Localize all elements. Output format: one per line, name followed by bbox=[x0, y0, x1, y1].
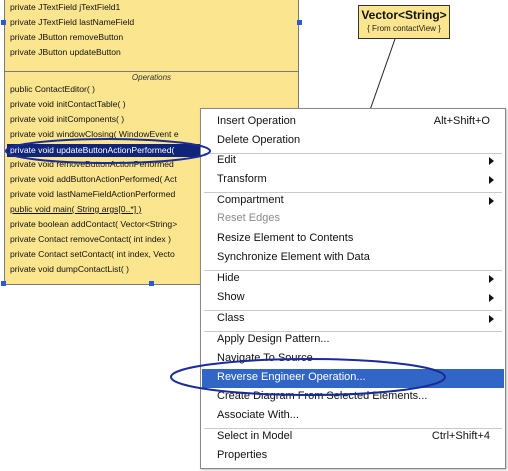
submenu-arrow-icon bbox=[489, 197, 494, 205]
submenu-arrow-icon bbox=[489, 294, 494, 302]
submenu-arrow-icon bbox=[489, 315, 494, 323]
menu-item-label: Navigate To Source bbox=[217, 352, 313, 364]
menu-item-label: Hide bbox=[217, 272, 240, 284]
vector-string-box[interactable]: Vector<String> { From contactView } bbox=[358, 5, 450, 39]
vector-title: Vector<String> bbox=[361, 8, 447, 22]
menu-item-class[interactable]: Class bbox=[202, 310, 504, 329]
menu-item-resize-element[interactable]: Resize Element to Contents bbox=[202, 230, 504, 249]
menu-item-label: Apply Design Pattern... bbox=[217, 333, 330, 345]
menu-item-label: Resize Element to Contents bbox=[217, 232, 354, 244]
menu-item-navigate-to-source[interactable]: Navigate To Source bbox=[202, 350, 504, 369]
vector-subtitle: { From contactView } bbox=[367, 24, 441, 33]
menu-item-label: Create Diagram From Selected Elements... bbox=[217, 390, 428, 402]
menu-item-create-diagram[interactable]: Create Diagram From Selected Elements... bbox=[202, 388, 504, 407]
menu-item-insert-operation[interactable]: Insert Operation Alt+Shift+O bbox=[202, 113, 504, 132]
menu-item-associate-with[interactable]: Associate With... bbox=[202, 407, 504, 426]
menu-item-label: Select in Model bbox=[217, 430, 293, 442]
submenu-arrow-icon bbox=[489, 275, 494, 283]
menu-item-shortcut: Ctrl+Shift+4 bbox=[431, 430, 490, 442]
menu-item-hide[interactable]: Hide bbox=[202, 270, 504, 289]
menu-item-label: Associate With... bbox=[217, 409, 299, 421]
menu-item-select-in-model[interactable]: Select in Model Ctrl+Shift+4 bbox=[202, 428, 504, 447]
menu-item-label: Synchronize Element with Data bbox=[217, 251, 370, 263]
submenu-arrow-icon bbox=[489, 176, 494, 184]
menu-item-label: Show bbox=[217, 291, 245, 303]
menu-item-label: Reset Edges bbox=[217, 212, 280, 224]
menu-item-compartment[interactable]: Compartment bbox=[202, 192, 504, 211]
menu-item-label: Delete Operation bbox=[217, 134, 301, 146]
menu-item-properties[interactable]: Properties bbox=[202, 447, 504, 466]
menu-item-synchronize-element[interactable]: Synchronize Element with Data bbox=[202, 249, 504, 268]
menu-item-label: Insert Operation bbox=[217, 115, 296, 127]
submenu-arrow-icon bbox=[489, 157, 494, 165]
menu-item-show[interactable]: Show bbox=[202, 289, 504, 308]
menu-item-apply-design-pattern[interactable]: Apply Design Pattern... bbox=[202, 331, 504, 350]
menu-item-label: Transform bbox=[217, 173, 267, 185]
menu-item-label: Reverse Engineer Operation... bbox=[217, 371, 366, 383]
menu-item-label: Class bbox=[217, 312, 245, 324]
menu-item-shortcut: Alt+Shift+O bbox=[433, 115, 490, 127]
menu-item-transform[interactable]: Transform bbox=[202, 171, 504, 190]
menu-item-label: Edit bbox=[217, 154, 236, 166]
menu-item-reset-edges: Reset Edges bbox=[202, 210, 504, 229]
menu-item-delete-operation[interactable]: Delete Operation bbox=[202, 132, 504, 151]
menu-item-edit[interactable]: Edit bbox=[202, 152, 504, 171]
menu-item-reverse-engineer-operation[interactable]: Reverse Engineer Operation... bbox=[202, 369, 504, 388]
context-menu: Insert Operation Alt+Shift+O Delete Oper… bbox=[200, 108, 506, 469]
menu-item-label: Compartment bbox=[217, 194, 284, 206]
menu-item-label: Properties bbox=[217, 449, 268, 461]
